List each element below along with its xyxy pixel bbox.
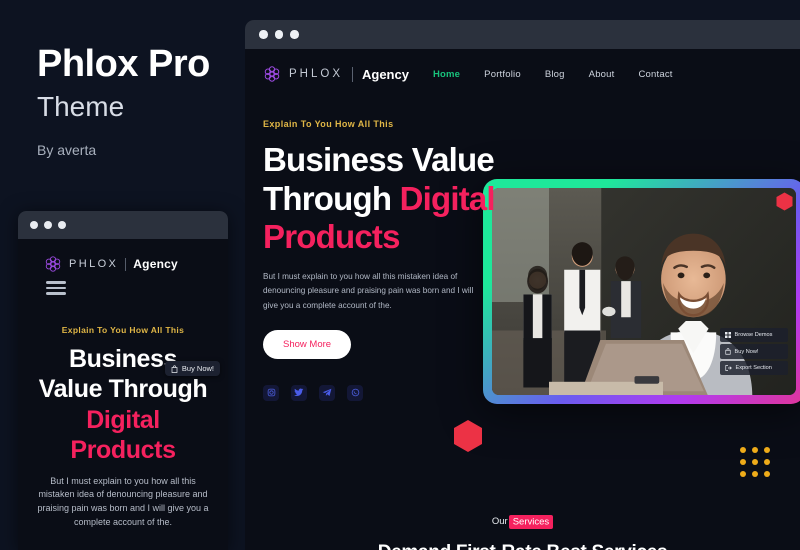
window-dot-close[interactable] bbox=[259, 30, 268, 39]
window-dot[interactable] bbox=[44, 221, 52, 229]
browse-demos-button[interactable]: Browse Demos bbox=[720, 328, 788, 342]
browse-demos-label: Browse Demos bbox=[734, 332, 773, 338]
mobile-viewport: PHLOX Agency Buy Now! Explain To You How… bbox=[18, 239, 228, 550]
telegram-icon[interactable] bbox=[319, 384, 335, 401]
show-more-button[interactable]: Show More bbox=[263, 329, 352, 359]
mobile-brand: PHLOX bbox=[69, 258, 119, 270]
hero-paragraph: But I must explain to you how all this m… bbox=[263, 271, 474, 310]
nav-link-home[interactable]: Home bbox=[433, 69, 460, 80]
mobile-logo-row: PHLOX Agency bbox=[44, 255, 218, 273]
promo-block: Phlox Pro Theme By averta bbox=[37, 45, 237, 158]
shopping-bag-icon bbox=[171, 364, 178, 373]
window-dot-minimize[interactable] bbox=[274, 30, 283, 39]
promo-subtitle: Theme bbox=[37, 91, 125, 122]
instagram-icon[interactable] bbox=[263, 384, 279, 401]
export-section-button[interactable]: Export Section bbox=[720, 361, 788, 375]
grid-dot bbox=[752, 459, 758, 465]
mobile-paragraph: But I must explain to you how all this m… bbox=[37, 475, 209, 528]
services-eyebrow-highlight: Services bbox=[508, 514, 554, 529]
phlox-flower-logo-icon bbox=[264, 66, 280, 82]
mobile-heading-line-4: Products bbox=[70, 436, 176, 464]
mobile-brand-divider bbox=[125, 257, 127, 271]
hamburger-icon[interactable] bbox=[46, 281, 66, 295]
services-eyebrow-plain: Our bbox=[491, 516, 508, 527]
hero-image: Browse Demos Buy Now! Export Section bbox=[492, 188, 796, 395]
mobile-heading-line-3: Digital bbox=[86, 405, 160, 434]
grid-dot bbox=[764, 447, 770, 453]
nav-link-blog[interactable]: Blog bbox=[545, 69, 565, 80]
export-icon bbox=[725, 365, 732, 371]
mobile-agency-label: Agency bbox=[133, 257, 178, 271]
mobile-heading-line-2: Value Through bbox=[38, 375, 208, 403]
mobile-buy-now-badge[interactable]: Buy Now! bbox=[164, 361, 220, 376]
hero-eyebrow: Explain To You How All This bbox=[263, 119, 394, 129]
amber-dot-grid bbox=[740, 447, 770, 477]
brand-divider bbox=[352, 66, 353, 82]
screenshot-stage: Phlox Pro Theme By averta PHLOX Agency B… bbox=[0, 0, 800, 550]
hero-heading: Business Value Through Digital Products bbox=[263, 141, 523, 257]
promo-title: Phlox Pro bbox=[37, 43, 210, 85]
grid-dot bbox=[764, 459, 770, 465]
buy-now-button[interactable]: Buy Now! bbox=[720, 344, 788, 359]
nav-link-contact[interactable]: Contact bbox=[638, 69, 672, 80]
phlox-flower-logo-icon bbox=[45, 256, 61, 272]
grid-dot bbox=[752, 447, 758, 453]
red-hexagon bbox=[776, 192, 793, 211]
grid-dot bbox=[764, 471, 770, 477]
nav-links: Home Portfolio Blog About Contact bbox=[433, 69, 673, 80]
grid-dot bbox=[752, 471, 758, 477]
site-navbar: PHLOX Agency Home Portfolio Blog About C… bbox=[245, 49, 800, 83]
twitter-icon[interactable] bbox=[291, 384, 307, 401]
buy-now-label: Buy Now! bbox=[734, 348, 759, 355]
site-viewport: PHLOX Agency Home Portfolio Blog About C… bbox=[245, 49, 800, 550]
mobile-titlebar bbox=[18, 211, 228, 239]
floating-action-panel: Browse Demos Buy Now! Export Section bbox=[720, 328, 788, 375]
window-dot-maximize[interactable] bbox=[290, 30, 299, 39]
grid-icon bbox=[725, 332, 731, 338]
mobile-buy-now-label: Buy Now! bbox=[181, 364, 214, 373]
export-section-label: Export Section bbox=[735, 365, 772, 371]
shopping-bag-icon bbox=[725, 348, 731, 355]
grid-dot bbox=[740, 471, 746, 477]
site-agency-label: Agency bbox=[362, 66, 409, 82]
grid-dot bbox=[740, 459, 746, 465]
window-dot[interactable] bbox=[58, 221, 66, 229]
red-hexagon bbox=[454, 420, 482, 452]
services-section: OurServices Demand First-Rate Best Servi… bbox=[245, 511, 800, 550]
mobile-preview-window: PHLOX Agency Buy Now! Explain To You How… bbox=[18, 211, 228, 550]
browser-window: PHLOX Agency Home Portfolio Blog About C… bbox=[245, 20, 800, 550]
services-title: Demand First-Rate Best Services bbox=[245, 542, 800, 550]
services-eyebrow: Our Services bbox=[245, 511, 800, 529]
site-brand: PHLOX bbox=[289, 68, 343, 80]
grid-dot bbox=[740, 447, 746, 453]
window-dot[interactable] bbox=[30, 221, 38, 229]
whatsapp-icon[interactable] bbox=[347, 384, 363, 401]
hero-social-links bbox=[263, 384, 800, 401]
nav-link-portfolio[interactable]: Portfolio bbox=[484, 69, 521, 80]
browser-titlebar bbox=[245, 20, 800, 49]
hero-image-card: Browse Demos Buy Now! Export Section bbox=[483, 179, 800, 404]
mobile-eyebrow: Explain To You How All This bbox=[61, 324, 185, 335]
promo-author: By averta bbox=[37, 141, 97, 158]
nav-link-about[interactable]: About bbox=[589, 69, 615, 80]
